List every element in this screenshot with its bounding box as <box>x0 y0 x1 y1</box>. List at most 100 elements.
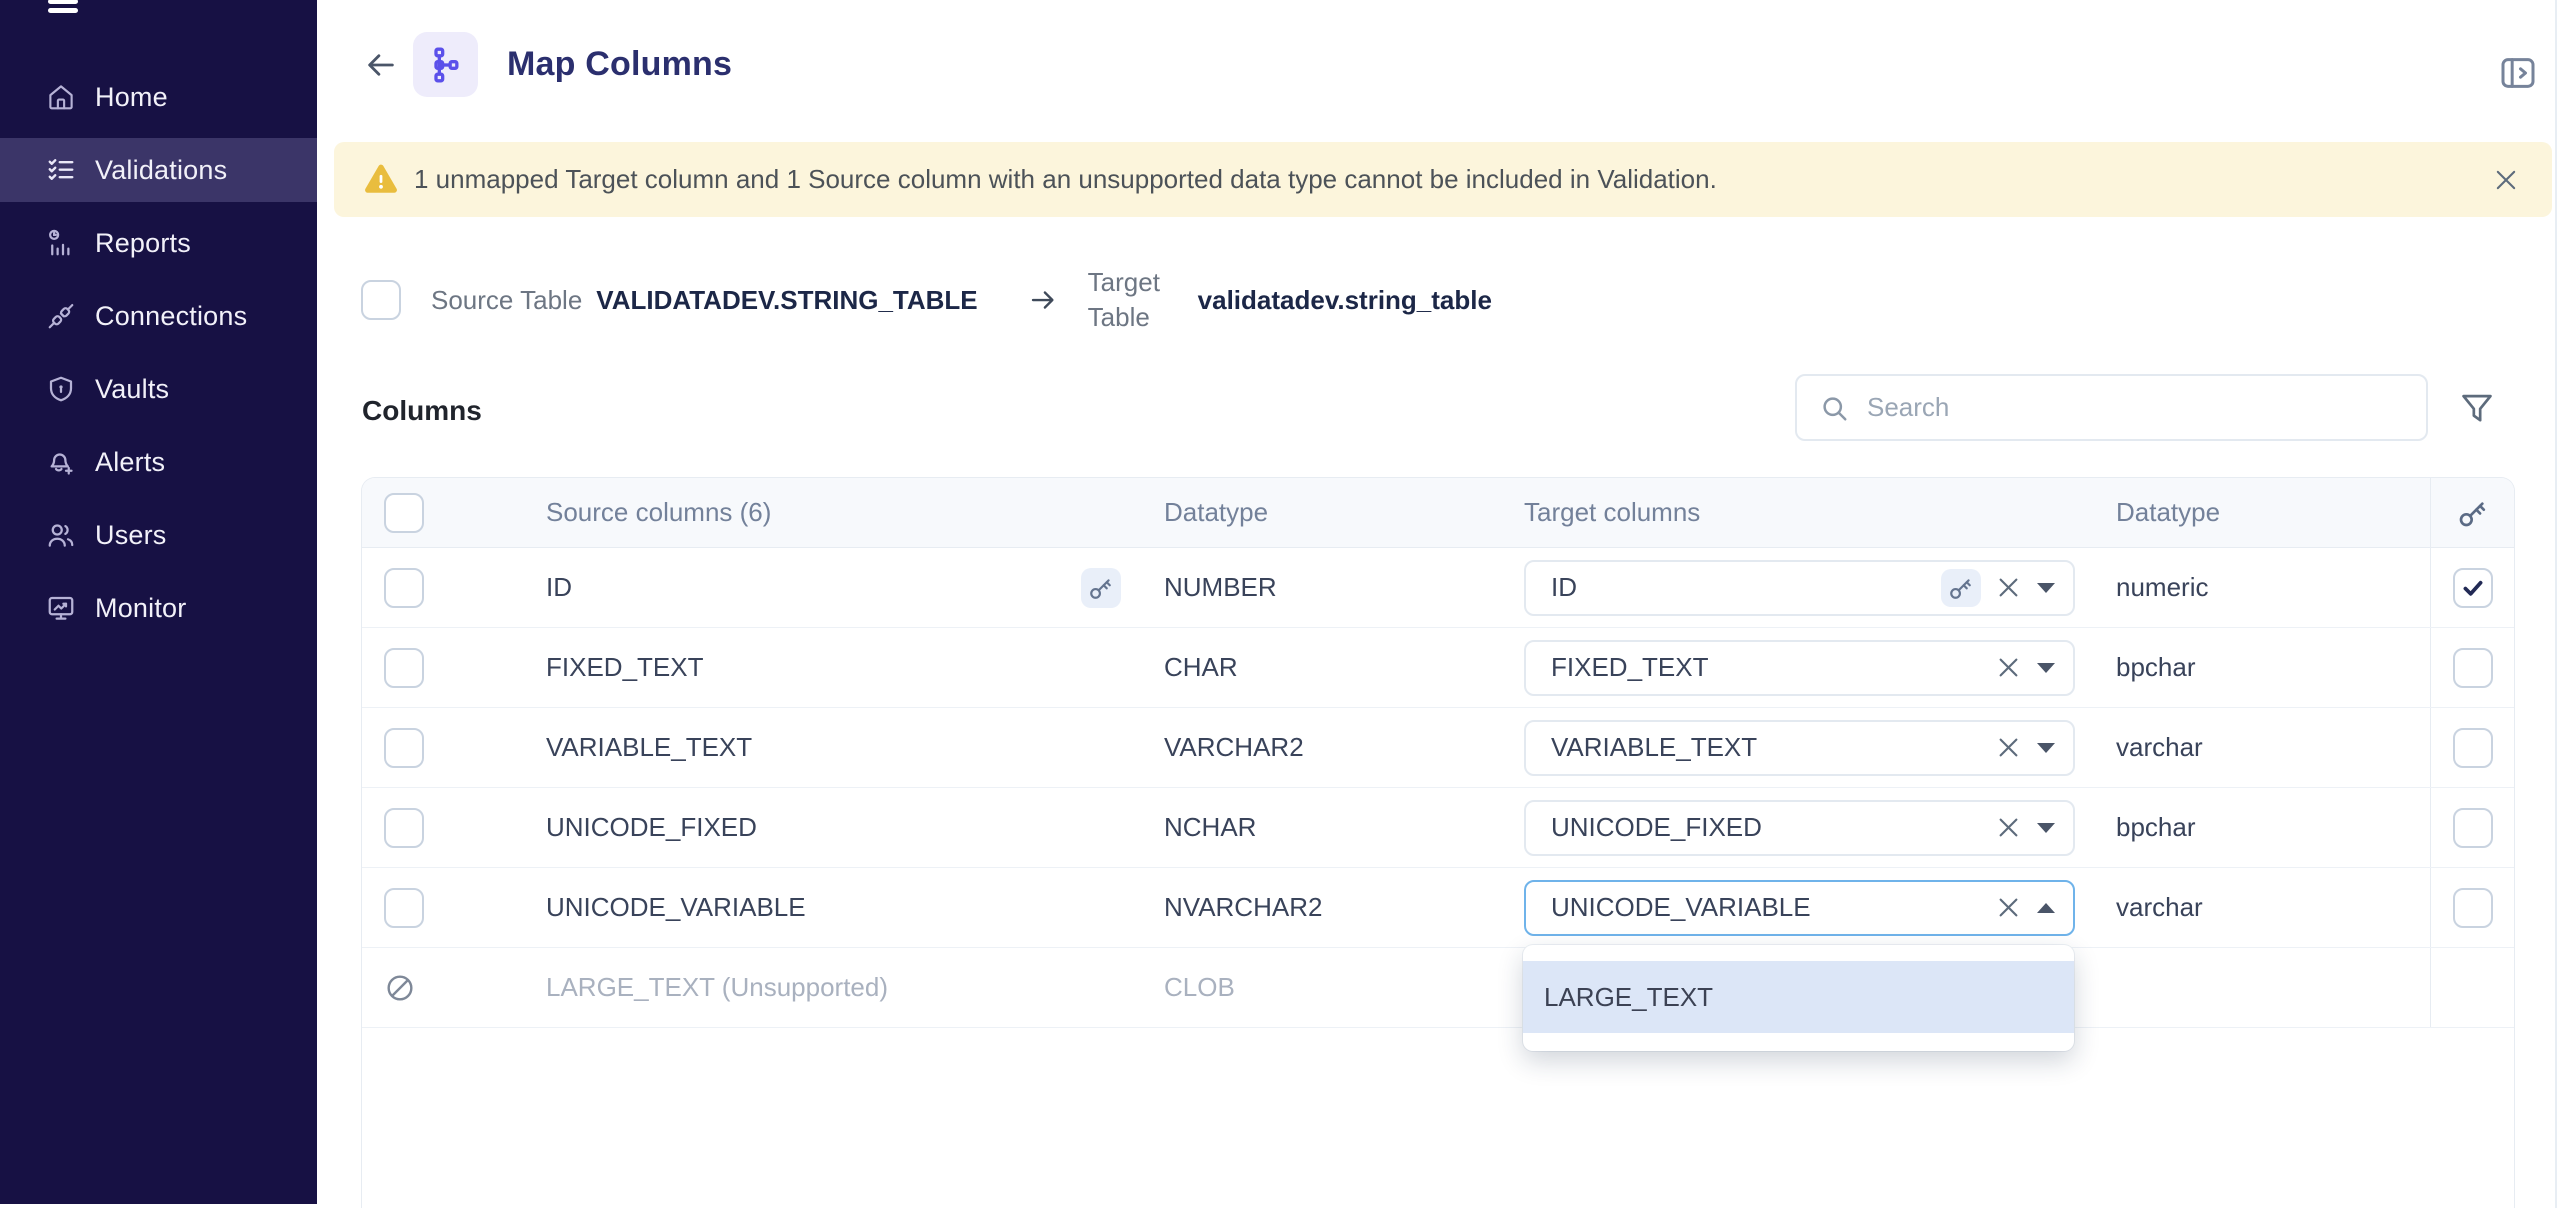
search-box <box>1795 374 2428 441</box>
target-column-value: ID <box>1551 572 1941 603</box>
sidebar-item-vaults[interactable]: Vaults <box>0 357 317 421</box>
target-column-dropdown: LARGE_TEXT <box>1523 945 2074 1051</box>
table-row-unsupported: LARGE_TEXT (Unsupported) CLOB <box>362 948 2514 1028</box>
clear-selection-icon[interactable] <box>1993 573 2023 603</box>
chevron-down-icon[interactable] <box>2037 823 2055 833</box>
source-datatype: NCHAR <box>1141 812 1501 843</box>
key-icon <box>2457 497 2489 529</box>
table-row: UNICODE_VARIABLE NVARCHAR2 UNICODE_VARIA… <box>362 868 2514 948</box>
clear-selection-icon[interactable] <box>1993 653 2023 683</box>
source-column-name: VARIABLE_TEXT <box>546 732 752 763</box>
sidebar-item-validations[interactable]: Validations <box>0 138 317 202</box>
source-table-value: VALIDATADEV.STRING_TABLE <box>596 285 977 316</box>
report-chart-icon <box>46 228 76 258</box>
search-icon <box>1819 393 1849 423</box>
header-source-datatype: Datatype <box>1141 497 1501 528</box>
target-datatype: varchar <box>2096 892 2430 923</box>
panel-toggle-button[interactable] <box>2492 47 2544 99</box>
filter-button[interactable] <box>2449 380 2505 436</box>
sidebar-item-home[interactable]: Home <box>0 65 317 129</box>
table-row: UNICODE_FIXED NCHAR UNICODE_FIXED bpchar <box>362 788 2514 868</box>
not-allowed-icon <box>384 972 416 1004</box>
select-table-checkbox[interactable] <box>361 280 401 320</box>
target-datatype: bpchar <box>2096 652 2430 683</box>
key-column-checkbox-checked[interactable] <box>2453 568 2493 608</box>
filter-funnel-icon <box>2458 389 2496 427</box>
key-column-checkbox[interactable] <box>2453 728 2493 768</box>
sidebar-item-reports[interactable]: Reports <box>0 211 317 275</box>
source-column-name: UNICODE_VARIABLE <box>546 892 806 923</box>
banner-close-button[interactable] <box>2488 162 2524 198</box>
sidebar-item-monitor[interactable]: Monitor <box>0 576 317 640</box>
source-table-label: Source Table <box>431 285 582 316</box>
hamburger-menu-icon[interactable] <box>48 0 78 17</box>
select-all-checkbox[interactable] <box>384 493 424 533</box>
header-target-datatype: Datatype <box>2096 497 2430 528</box>
clear-selection-icon[interactable] <box>1993 733 2023 763</box>
primary-key-badge <box>1941 569 1981 607</box>
panel-expand-icon <box>2498 53 2538 93</box>
target-column-value: UNICODE_VARIABLE <box>1551 892 1993 923</box>
target-column-value: FIXED_TEXT <box>1551 652 1993 683</box>
key-column-checkbox[interactable] <box>2453 888 2493 928</box>
map-columns-icon <box>426 45 466 85</box>
source-column-name: FIXED_TEXT <box>546 652 703 683</box>
clear-selection-icon[interactable] <box>1993 813 2023 843</box>
chevron-down-icon[interactable] <box>2037 743 2055 753</box>
target-table-value: validatadev.string_table <box>1198 285 1492 316</box>
page-title: Map Columns <box>507 37 732 91</box>
arrow-right-icon <box>1028 285 1058 315</box>
source-datatype: VARCHAR2 <box>1141 732 1501 763</box>
source-datatype: CLOB <box>1141 972 1501 1003</box>
sidebar-item-alerts[interactable]: Alerts <box>0 430 317 494</box>
target-datatype: bpchar <box>2096 812 2430 843</box>
sidebar-item-users[interactable]: Users <box>0 503 317 567</box>
bell-plus-icon <box>46 447 76 477</box>
right-edge-divider <box>2555 0 2557 1208</box>
sidebar: Home Validations Reports Connections Vau… <box>0 0 317 1204</box>
target-datatype: varchar <box>2096 732 2430 763</box>
chevron-up-icon[interactable] <box>2037 903 2055 913</box>
table-header-row: Source columns (6) Datatype Target colum… <box>362 478 2514 548</box>
columns-heading: Columns <box>362 392 482 430</box>
key-column-checkbox[interactable] <box>2453 648 2493 688</box>
target-column-select[interactable]: VARIABLE_TEXT <box>1524 720 2075 776</box>
source-datatype: CHAR <box>1141 652 1501 683</box>
search-input[interactable] <box>1867 392 2406 423</box>
sidebar-item-connections[interactable]: Connections <box>0 284 317 348</box>
chevron-down-icon[interactable] <box>2037 583 2055 593</box>
check-icon <box>2459 574 2487 602</box>
key-icon <box>1088 575 1114 601</box>
sidebar-item-label: Vaults <box>95 374 169 405</box>
target-datatype: numeric <box>2096 572 2430 603</box>
source-column-name: ID <box>546 572 572 603</box>
row-checkbox[interactable] <box>384 888 424 928</box>
row-checkbox[interactable] <box>384 728 424 768</box>
header-target-columns: Target columns <box>1501 478 2096 547</box>
columns-table: Source columns (6) Datatype Target colum… <box>361 477 2515 1208</box>
chevron-down-icon[interactable] <box>2037 663 2055 673</box>
target-column-select[interactable]: FIXED_TEXT <box>1524 640 2075 696</box>
table-row: ID NUMBER ID numeric <box>362 548 2514 628</box>
sidebar-item-label: Alerts <box>95 447 165 478</box>
sidebar-item-label: Validations <box>95 155 227 186</box>
dropdown-option[interactable]: LARGE_TEXT <box>1523 961 2074 1033</box>
sidebar-item-label: Monitor <box>95 593 186 624</box>
clear-selection-icon[interactable] <box>1993 893 2023 923</box>
row-checkbox[interactable] <box>384 568 424 608</box>
target-column-select[interactable]: ID <box>1524 560 2075 616</box>
row-checkbox[interactable] <box>384 808 424 848</box>
table-mapping-strip: Source Table VALIDATADEV.STRING_TABLE Ta… <box>361 272 1492 328</box>
back-button[interactable] <box>360 44 402 86</box>
header-source-columns: Source columns (6) <box>527 478 1141 547</box>
row-checkbox[interactable] <box>384 648 424 688</box>
key-column-checkbox[interactable] <box>2453 808 2493 848</box>
target-column-value: UNICODE_FIXED <box>1551 812 1993 843</box>
home-icon <box>46 82 76 112</box>
table-row: FIXED_TEXT CHAR FIXED_TEXT bpchar <box>362 628 2514 708</box>
source-datatype: NUMBER <box>1141 572 1501 603</box>
target-column-select[interactable]: UNICODE_FIXED <box>1524 800 2075 856</box>
table-row: VARIABLE_TEXT VARCHAR2 VARIABLE_TEXT var… <box>362 708 2514 788</box>
sidebar-item-label: Home <box>95 82 168 113</box>
target-column-select-open[interactable]: UNICODE_VARIABLE <box>1524 880 2075 936</box>
